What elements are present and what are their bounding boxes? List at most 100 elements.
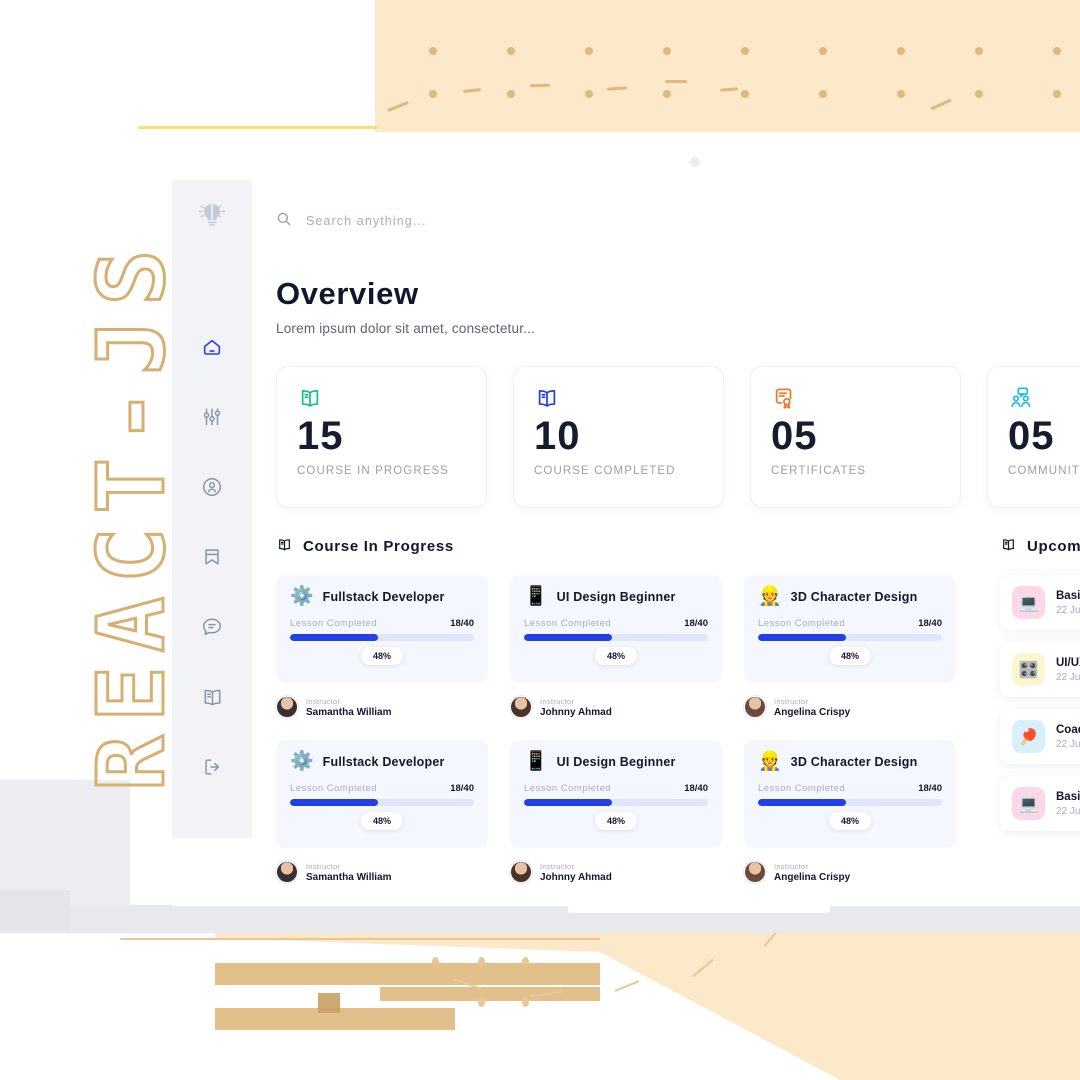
sidebar-item-profile[interactable] [192,467,232,507]
stat-label: CERTIFICATES [771,465,867,477]
instructor-role-label: Instructor [306,696,341,706]
course-header: 👷 3D Character Design [758,587,942,606]
section-title-label: Upcoming T [1027,538,1080,555]
upcoming-date: 22 July [1056,738,1080,750]
course-thumbnail-icon: 👷 [758,751,782,772]
progress-meta: Lesson Completed 18/40 [758,783,942,794]
sidebar-item-bookmarks[interactable] [192,537,232,577]
progress-bar-fill [758,634,847,641]
progress-bar [524,634,708,641]
instructor-role-label: Instructor [540,696,575,706]
stat-card-course-in-progress[interactable]: 15 COURSE IN PROGRESS [276,366,487,508]
upcoming-date: 22 July [1056,671,1080,683]
course-header: 👷 3D Character Design [758,752,942,771]
lesson-count: 18/40 [684,783,708,794]
page-title: Overview [276,276,419,311]
course-card[interactable]: 👷 3D Character Design Lesson Completed 18/4… [744,575,956,718]
upcoming-date: 22 July [1056,604,1080,616]
sidebar-nav [192,327,232,787]
course-card-body[interactable]: 📱 UI Design Beginner Lesson Completed 18/40… [510,740,722,848]
instructor-role-label: Instructor [774,861,809,871]
upcoming-section: Upcoming T 💻 Basic Com 22 July 🎛️ UI/UX Des 2… [1000,536,1080,883]
stat-card-course-completed[interactable]: 10 COURSE COMPLETED [513,366,724,508]
dot-pattern [375,0,1080,132]
section-header: Upcoming T [1000,536,1080,557]
stat-label: COURSE IN PROGRESS [297,465,450,477]
course-card[interactable]: ⚙️ Fullstack Developer Lesson Completed 18/… [276,575,488,718]
stat-card-certificates[interactable]: 05 CERTIFICATES [750,366,961,508]
course-card[interactable]: 📱 UI Design Beginner Lesson Completed 18/40… [510,575,722,718]
progress-bar [758,634,942,641]
top-decorative-band [375,0,1080,132]
progress-percent-badge: 48% [361,647,403,665]
course-card-body[interactable]: 👷 3D Character Design Lesson Completed 18/4… [744,575,956,683]
progress-percent-badge: 48% [595,812,637,830]
stat-value: 05 [1008,414,1055,458]
progress-bar-fill [524,799,613,806]
course-card[interactable]: ⚙️ Fullstack Developer Lesson Completed 18/… [276,740,488,883]
section-header: Course In Progress [276,536,976,557]
search-bar[interactable] [276,208,1080,234]
upcoming-card[interactable]: 🏓 Coading 22 July [1000,709,1080,764]
instructor-name: Johnny Ahmad [540,706,612,718]
instructor-row: Instructor Samantha William [276,861,488,883]
course-card-body[interactable]: 📱 UI Design Beginner Lesson Completed 18/40… [510,575,722,683]
upcoming-card[interactable]: 🎛️ UI/UX Des 22 July [1000,642,1080,697]
lesson-count: 18/40 [450,783,474,794]
instructor-row: Instructor Angelina Crispy [744,861,956,883]
progress-bar [290,634,474,641]
course-thumbnail-icon: ⚙️ [290,586,314,607]
progress-bar-fill [758,799,847,806]
course-card[interactable]: 📱 UI Design Beginner Lesson Completed 18/40… [510,740,722,883]
avatar [744,861,766,883]
progress-bar [524,799,708,806]
upcoming-name: UI/UX Des [1056,656,1080,669]
course-name: UI Design Beginner [556,754,676,769]
avatar [510,696,532,718]
progress-meta: Lesson Completed 18/40 [524,618,708,629]
upcoming-card[interactable]: 💻 Basic Com 22 July [1000,776,1080,831]
instructor-role-label: Instructor [540,861,575,871]
react-js-watermark: REACT-JS [77,234,187,792]
main-content: Overview Lorem ipsum dolor sit amet, con… [252,180,1080,906]
upcoming-name: Basic Com [1056,790,1080,803]
sidebar [172,180,252,838]
course-card-body[interactable]: 👷 3D Character Design Lesson Completed 18/4… [744,740,956,848]
grey-block-left [0,780,130,908]
grey-strip [0,905,1080,933]
course-thumbnail-icon: 📱 [524,751,548,772]
course-card-body[interactable]: ⚙️ Fullstack Developer Lesson Completed 18/… [276,575,488,683]
sidebar-item-messages[interactable] [192,607,232,647]
sidebar-item-courses[interactable] [192,677,232,717]
progress-meta: Lesson Completed 18/40 [524,783,708,794]
upcoming-thumbnail-icon: 💻 [1012,787,1045,820]
instructor-name: Johnny Ahmad [540,871,612,883]
avatar [276,696,298,718]
stat-label: COMMUNITY [1008,465,1080,477]
search-input[interactable] [306,214,606,228]
dashboard-window: Overview Lorem ipsum dolor sit amet, con… [172,180,1080,906]
upcoming-name: Coading [1056,723,1080,736]
progress-label: Lesson Completed [290,783,378,794]
course-card[interactable]: 👷 3D Character Design Lesson Completed 18/4… [744,740,956,883]
progress-bar [290,799,474,806]
stat-card-community[interactable]: 05 COMMUNITY [987,366,1080,508]
lightbulb-brain-icon[interactable] [195,198,229,237]
course-card-body[interactable]: ⚙️ Fullstack Developer Lesson Completed 18/… [276,740,488,848]
sidebar-item-logout[interactable] [192,747,232,787]
open-book-icon [297,385,466,411]
progress-percent-badge: 48% [829,647,871,665]
course-thumbnail-icon: ⚙️ [290,751,314,772]
instructor-role-label: Instructor [774,696,809,706]
course-thumbnail-icon: 👷 [758,586,782,607]
instructor-row: Instructor Johnny Ahmad [510,861,722,883]
course-name: Fullstack Developer [322,589,445,604]
sidebar-item-home[interactable] [192,327,232,367]
sections-row: Course In Progress ⚙️ Fullstack Developer… [276,536,1080,883]
course-header: 📱 UI Design Beginner [524,587,708,606]
upcoming-card[interactable]: 💻 Basic Com 22 July [1000,575,1080,630]
sidebar-item-settings[interactable] [192,397,232,437]
upcoming-date: 22 July [1056,805,1080,817]
course-header: ⚙️ Fullstack Developer [290,587,474,606]
upcoming-card-list: 💻 Basic Com 22 July 🎛️ UI/UX Des 22 July 🏓 Coad… [1000,575,1080,831]
